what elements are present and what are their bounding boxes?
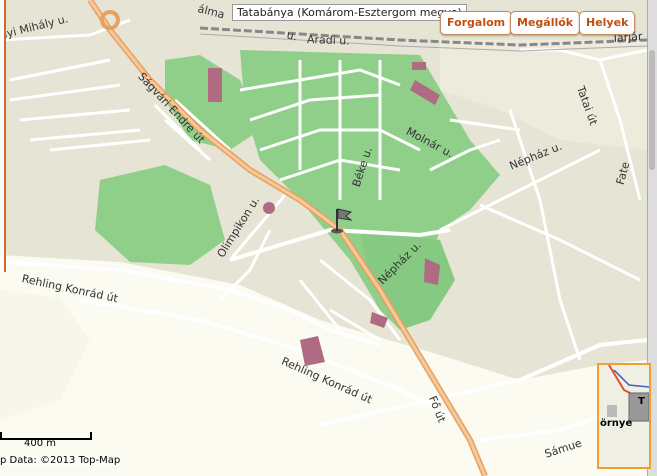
- map-canvas[interactable]: lyi Mihály u. álma u. Aradi u. Tarjár Sá…: [0, 0, 657, 476]
- overview-town-label: örnye: [600, 418, 633, 429]
- location-flag-icon[interactable]: [329, 206, 353, 234]
- overview-map[interactable]: [597, 363, 651, 469]
- page-scrollbar-thumb[interactable]: [649, 50, 655, 170]
- place-tooltip: Tatabánya (Komárom-Esztergom megye): [232, 4, 467, 21]
- overview-map-graphic: [599, 365, 649, 467]
- overview-t-label: T: [638, 396, 645, 407]
- scale-label: 400 m: [24, 438, 57, 449]
- traffic-button[interactable]: Forgalom: [440, 11, 513, 35]
- stops-button[interactable]: Megállók: [510, 11, 581, 35]
- map-layer: [0, 0, 648, 476]
- side-panel-edge[interactable]: [0, 0, 6, 272]
- street-label-aradi: Aradi u.: [306, 33, 350, 48]
- places-button[interactable]: Helyek: [579, 11, 636, 35]
- map-copyright: p Data: ©2013 Top-Map: [0, 455, 121, 466]
